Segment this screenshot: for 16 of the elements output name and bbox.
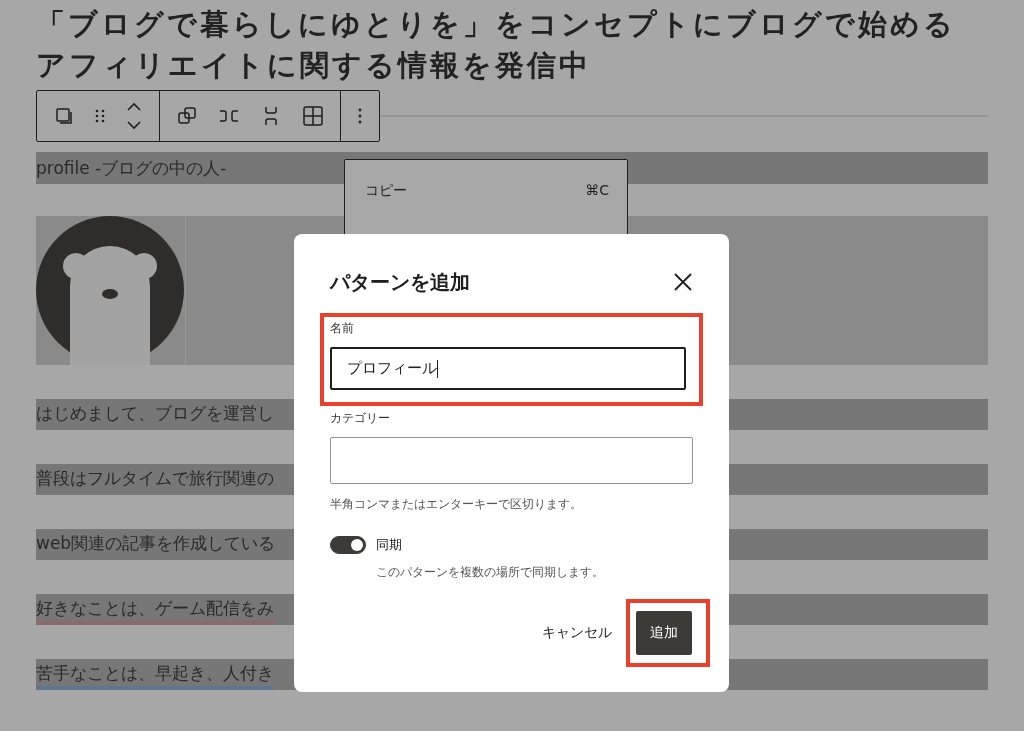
- post-title: 「ブログで暮らしにゆとりを」をコンセプトにブログで始めるアフィリエイトに関する情報を発信中: [36, 6, 957, 84]
- sync-toggle[interactable]: [330, 536, 366, 554]
- help-text: 半角コンマまたはエンターキーで区切ります。: [330, 496, 583, 513]
- category-input-field[interactable]: [330, 437, 693, 484]
- up-down-icon[interactable]: [124, 101, 144, 131]
- name-input-field[interactable]: プロフィール: [330, 347, 686, 390]
- dialog-title: パターンを追加: [330, 268, 470, 296]
- field-label: 名前: [330, 320, 355, 337]
- close-icon[interactable]: [673, 272, 693, 292]
- add-button[interactable]: 追加: [636, 611, 692, 655]
- field-label: カテゴリー: [330, 410, 391, 427]
- menu-item[interactable]: コピー: [365, 182, 407, 200]
- toggle-description: このパターンを複数の場所で同期します。: [376, 564, 605, 581]
- shortcut-text: ⌘C: [585, 182, 609, 200]
- grid-icon[interactable]: [301, 104, 325, 128]
- toggle-label: 同期: [376, 536, 402, 554]
